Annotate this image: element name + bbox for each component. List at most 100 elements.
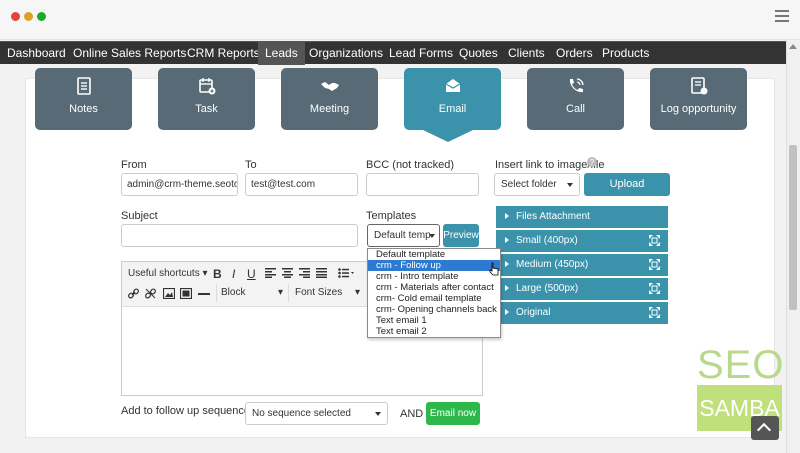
chevron-down-icon	[567, 183, 573, 187]
unlink-icon[interactable]	[145, 288, 156, 299]
accordion-label: Small (400px)	[516, 235, 578, 246]
sequence-select[interactable]: No sequence selected	[245, 402, 388, 425]
caret-right-icon	[505, 237, 509, 244]
svg-text:?: ?	[590, 158, 595, 167]
nav-leads[interactable]: Leads	[258, 42, 305, 65]
tile-call[interactable]: Call	[527, 68, 624, 130]
browser-titlebar	[0, 0, 800, 40]
template-option-selected[interactable]: crm - Follow up	[368, 260, 500, 271]
to-field[interactable]: test@test.com	[245, 173, 358, 196]
nav-online-sales-reports[interactable]: Online Sales Reports	[66, 42, 193, 65]
expand-icon[interactable]	[649, 235, 660, 246]
accordion-large[interactable]: Large (500px)	[496, 278, 668, 300]
caret-right-icon	[505, 261, 509, 268]
templates-label: Templates	[366, 210, 417, 222]
accordion-files-attachment[interactable]: Files Attachment	[496, 206, 668, 228]
template-option[interactable]: crm - Intro template	[368, 271, 500, 282]
align-right-icon[interactable]	[299, 268, 310, 278]
horizontal-rule-icon[interactable]	[198, 293, 210, 295]
accordion-label: Files Attachment	[516, 211, 590, 222]
scrollbar-thumb[interactable]	[789, 145, 797, 310]
nav-organizations[interactable]: Organizations	[302, 42, 390, 65]
select-folder-dropdown[interactable]: Select folder	[494, 173, 580, 196]
italic-button[interactable]: I	[232, 267, 235, 281]
templates-select-value: Default temp	[374, 230, 431, 241]
sequence-select-value: No sequence selected	[252, 408, 351, 419]
tile-label: Task	[195, 103, 218, 115]
accordion-original[interactable]: Original	[496, 302, 668, 324]
caret-right-icon	[505, 213, 509, 220]
accordion-small[interactable]: Small (400px)	[496, 230, 668, 252]
nav-lead-forms[interactable]: Lead Forms	[382, 42, 460, 65]
handshake-icon	[320, 82, 339, 91]
mouse-cursor-icon	[489, 262, 499, 276]
tile-label: Notes	[69, 103, 98, 115]
preview-button[interactable]: Preview	[443, 224, 479, 247]
expand-icon[interactable]	[649, 259, 660, 270]
useful-shortcuts-menu[interactable]: Useful shortcuts ▾	[128, 268, 208, 279]
accordion-label: Original	[516, 307, 551, 318]
from-label: From	[121, 159, 147, 171]
nav-quotes[interactable]: Quotes	[452, 42, 505, 65]
accordion-label: Large (500px)	[516, 283, 579, 294]
scroll-to-top-button[interactable]	[751, 416, 779, 440]
and-label: AND	[400, 408, 424, 420]
subject-label: Subject	[121, 210, 158, 222]
template-option[interactable]: crm- Opening channels back up	[368, 304, 500, 315]
bcc-field[interactable]	[366, 173, 479, 196]
active-tile-pointer	[423, 130, 473, 142]
maximize-window-dot[interactable]	[37, 12, 46, 21]
shortcuts-label: Useful shortcuts	[128, 268, 200, 279]
to-label: To	[245, 159, 257, 171]
expand-icon[interactable]	[649, 307, 660, 318]
template-option[interactable]: crm - Materials after contact	[368, 282, 500, 293]
chevron-down-icon	[429, 234, 435, 238]
tile-label: Email	[438, 103, 467, 115]
template-option[interactable]: Text email 2	[368, 326, 500, 337]
accordion-medium[interactable]: Medium (450px)	[496, 254, 668, 276]
tile-label: Call	[566, 103, 585, 115]
bcc-label: BCC (not tracked)	[366, 159, 455, 171]
minimize-window-dot[interactable]	[24, 12, 33, 21]
nav-crm-reports[interactable]: CRM Reports	[180, 42, 267, 65]
font-size-value: Font Sizes	[295, 287, 343, 298]
image-icon[interactable]	[163, 288, 175, 299]
subject-field[interactable]	[121, 224, 358, 247]
nav-orders[interactable]: Orders	[549, 42, 600, 65]
nav-clients[interactable]: Clients	[501, 42, 552, 65]
help-icon[interactable]: ?	[587, 157, 597, 167]
template-option[interactable]: Default template	[368, 249, 500, 260]
hamburger-menu-icon[interactable]	[775, 10, 789, 22]
caret-down-icon: ▾	[354, 287, 360, 298]
tile-notes[interactable]: Notes	[35, 68, 132, 130]
tile-log-opportunity[interactable]: Log opportunity	[650, 68, 747, 130]
scroll-up-arrow-icon[interactable]	[789, 44, 797, 49]
tile-meeting[interactable]: Meeting	[281, 68, 378, 130]
align-center-icon[interactable]	[282, 268, 293, 278]
expand-icon[interactable]	[649, 283, 660, 294]
upload-button[interactable]: Upload	[584, 173, 670, 196]
underline-button[interactable]: U	[247, 267, 256, 281]
block-format-select[interactable]: Block ▾	[216, 284, 289, 302]
font-size-select[interactable]: Font Sizes ▾	[292, 284, 364, 302]
close-window-dot[interactable]	[11, 12, 20, 21]
nav-products[interactable]: Products	[595, 42, 656, 65]
caret-right-icon	[505, 309, 509, 316]
align-left-icon[interactable]	[265, 268, 276, 278]
log-icon	[690, 77, 707, 95]
align-justify-icon[interactable]	[316, 268, 327, 278]
tile-task[interactable]: Task	[158, 68, 255, 130]
from-field[interactable]: admin@crm-theme.seotoa	[121, 173, 238, 196]
select-folder-value: Select folder	[501, 179, 557, 190]
tile-email[interactable]: Email	[404, 68, 501, 130]
caret-down-icon: ▾	[277, 287, 283, 298]
media-icon[interactable]	[180, 288, 192, 299]
nav-dashboard[interactable]: Dashboard	[0, 42, 73, 65]
bold-button[interactable]: B	[213, 267, 222, 281]
template-option[interactable]: Text email 1	[368, 315, 500, 326]
email-now-button[interactable]: Email now	[426, 402, 480, 425]
bullet-list-icon[interactable]	[338, 268, 354, 278]
link-icon[interactable]	[128, 288, 139, 299]
template-option[interactable]: crm- Cold email template	[368, 293, 500, 304]
templates-select[interactable]: Default temp	[367, 224, 440, 247]
